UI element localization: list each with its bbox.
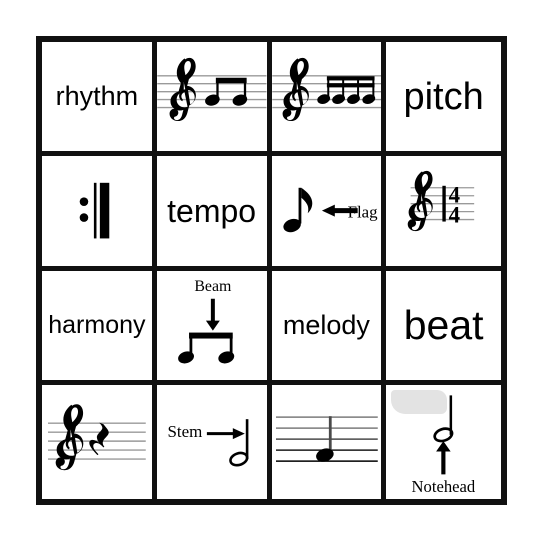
cell-single-note[interactable] [271, 384, 387, 499]
treble-clef-four-four-time-signature-icon: 4 4 [407, 171, 475, 232]
cell-two-eighth-notes[interactable] [156, 42, 272, 157]
cell-flag[interactable]: Flag [271, 156, 387, 271]
treble-clef-two-beamed-eighth-notes-icon [157, 57, 267, 122]
cell-rhythm[interactable]: rhythm [42, 42, 157, 157]
cell-label-rhythm: rhythm [55, 81, 139, 112]
cell-notehead[interactable]: Notehead [386, 384, 501, 499]
cell-stem[interactable]: Stem [156, 384, 272, 499]
repeat-barline-icon [79, 183, 110, 239]
cell-tempo[interactable]: tempo [156, 156, 272, 271]
cell-label-stem: Stem [167, 422, 202, 441]
cell-beat[interactable]: beat [386, 270, 501, 385]
cell-label-flag: Flag [347, 203, 378, 222]
cell-repeat-sign[interactable] [42, 156, 157, 271]
cell-label-notehead: Notehead [412, 477, 476, 496]
cell-label-beat: beat [403, 301, 484, 348]
cell-beam[interactable]: Beam [156, 270, 272, 385]
bingo-grid: rhythm pitch tempo Flag 4 4 harmony Beam… [36, 36, 507, 505]
treble-clef-quarter-rest-icon [47, 403, 146, 471]
eighth-note-with-flag-arrow-left-icon: Flag [282, 188, 378, 233]
beamed-eighth-notes-with-down-arrow-icon: Beam [177, 277, 234, 363]
cell-time-signature[interactable]: 4 4 [386, 156, 501, 271]
svg-text:4: 4 [449, 203, 460, 228]
cell-label-melody: melody [282, 309, 370, 340]
cell-melody[interactable]: melody [271, 270, 387, 385]
staff-with-single-quarter-note-icon [275, 415, 378, 462]
cell-pitch[interactable]: pitch [386, 42, 501, 157]
cell-quarter-rest[interactable] [42, 384, 157, 499]
treble-clef-four-beamed-sixteenth-notes-icon [271, 57, 381, 122]
cell-four-sixteenth-notes[interactable] [271, 42, 387, 157]
cell-label-harmony: harmony [48, 310, 146, 339]
half-note-with-right-arrow-icon: Stem [167, 418, 249, 467]
cell-label-beam: Beam [194, 277, 232, 294]
scan-smudge [391, 389, 448, 414]
cell-label-pitch: pitch [403, 75, 484, 118]
cell-harmony[interactable]: harmony [42, 270, 157, 385]
cell-label-tempo: tempo [167, 192, 257, 229]
